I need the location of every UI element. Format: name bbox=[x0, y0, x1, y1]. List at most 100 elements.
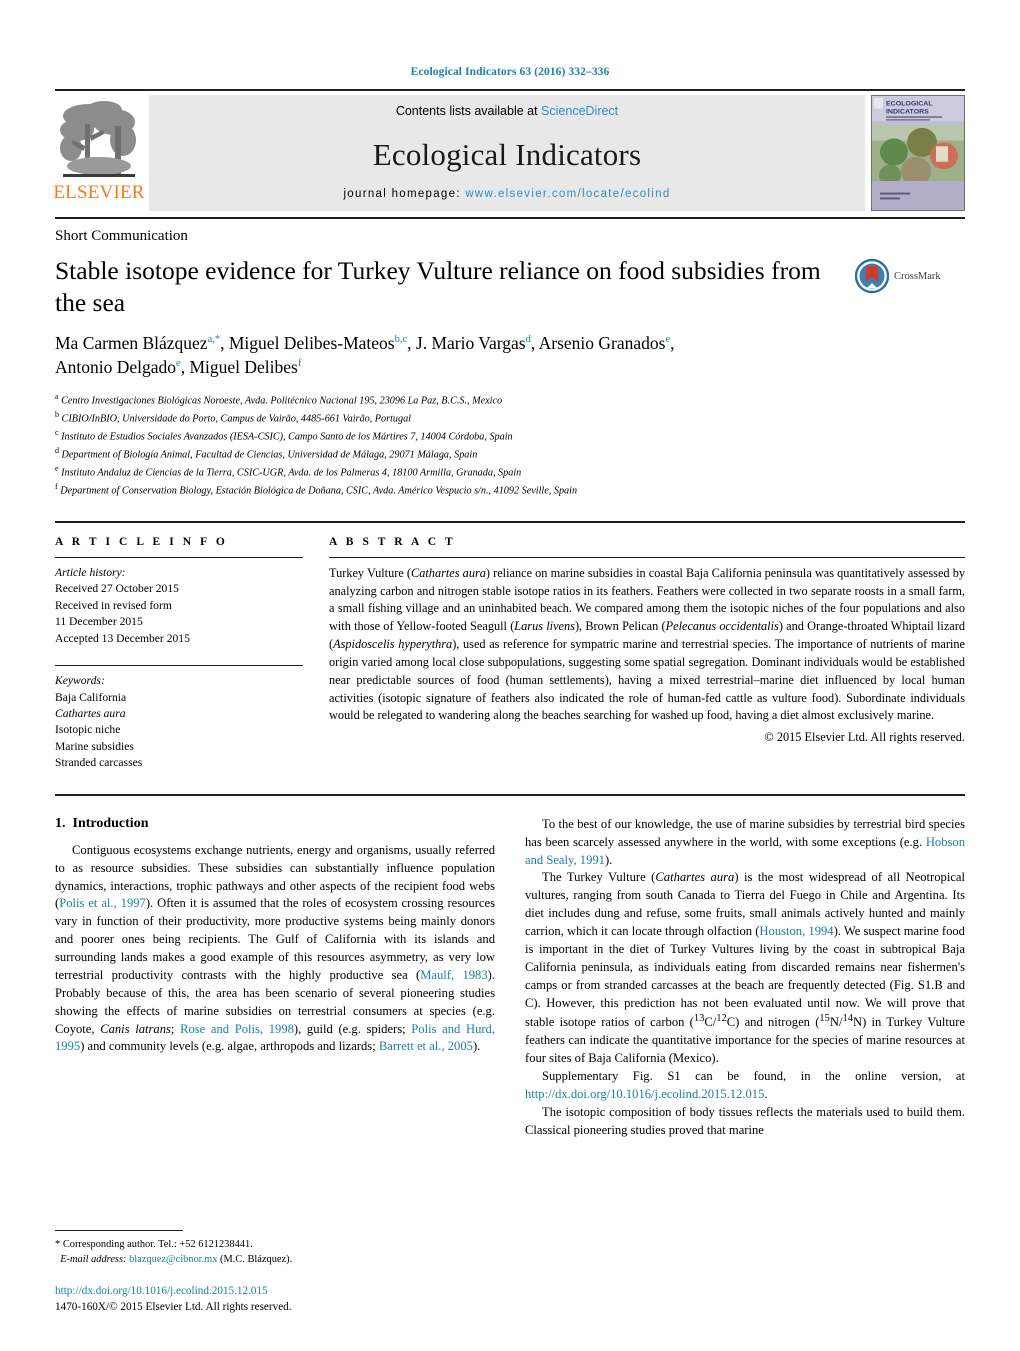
elsevier-tree-icon bbox=[59, 96, 139, 182]
author-1-affiliation-marker: a, bbox=[207, 334, 215, 346]
footnote-area: * Corresponding author. Tel.: +52 612123… bbox=[55, 1230, 495, 1316]
corresponding-author-footnote: * Corresponding author. Tel.: +52 612123… bbox=[55, 1237, 495, 1267]
email-suffix: (M.C. Blázquez). bbox=[220, 1254, 293, 1266]
author-sep-1: , Miguel Delibes-Mateos bbox=[220, 333, 395, 354]
abstract-text: Turkey Vulture (Cathartes aura) reliance… bbox=[329, 565, 966, 723]
abstract-column: A B S T R A C T Turkey Vulture (Catharte… bbox=[329, 536, 965, 772]
body-column-left: 1. Introduction Contiguous ecosystems exc… bbox=[55, 816, 495, 1316]
author-6-affiliation-marker: f bbox=[297, 358, 302, 370]
affiliation-marker: c bbox=[55, 428, 59, 438]
affiliation-item: e Instituto Andaluz de Ciencias de la Ti… bbox=[55, 463, 965, 481]
body-separator-rule bbox=[55, 793, 965, 796]
keyword-item: Isotopic niche bbox=[55, 723, 121, 737]
body-paragraph: To the best of our knowledge, the use of… bbox=[525, 816, 965, 867]
keyword-item: Stranded carcasses bbox=[55, 756, 143, 770]
page-title: Stable isotope evidence for Turkey Vultu… bbox=[55, 256, 821, 317]
crossmark-label: CrossMark bbox=[894, 270, 941, 282]
body-paragraph: The Turkey Vulture (Cathartes aura) is t… bbox=[525, 870, 966, 1066]
author-5: Antonio Delgado bbox=[55, 356, 177, 377]
article-page: Ecological Indicators 63 (2016) 332–336 bbox=[0, 0, 1020, 1351]
affiliation-item: c Instituto de Estudios Sociales Avanzad… bbox=[55, 427, 965, 445]
article-info-heading: A R T I C L E I N F O bbox=[55, 535, 228, 548]
contents-prefix: Contents lists available at bbox=[395, 104, 542, 118]
journal-title: Ecological Indicators bbox=[372, 137, 642, 172]
journal-homepage-line: journal homepage: www.elsevier.com/locat… bbox=[343, 188, 670, 200]
intro-paragraph: Contiguous ecosystems exchange nutrients… bbox=[55, 842, 495, 1054]
running-head: Ecological Indicators 63 (2016) 332–336 bbox=[410, 66, 610, 78]
keyword-item: Baja California bbox=[55, 690, 127, 704]
document-type: Short Communication bbox=[55, 228, 188, 244]
affiliation-marker: a bbox=[55, 392, 59, 402]
sciencedirect-link[interactable]: ScienceDirect bbox=[541, 104, 618, 118]
svg-text:ECOLOGICAL: ECOLOGICAL bbox=[886, 101, 933, 108]
journal-masthead: ELSEVIER Contents lists available at Sci… bbox=[53, 89, 965, 217]
article-head-rule bbox=[55, 217, 965, 219]
affiliation-text: CIBIO/InBIO, Universidade do Porto, Camp… bbox=[61, 413, 412, 425]
affiliation-text: Department of Conservation Biology, Esta… bbox=[60, 485, 578, 497]
affiliation-item: b CIBIO/InBIO, Universidade do Porto, Ca… bbox=[55, 409, 965, 427]
affiliation-marker: e bbox=[55, 464, 59, 474]
elsevier-logo: ELSEVIER bbox=[53, 91, 145, 217]
article-info-rule bbox=[55, 556, 303, 558]
affiliation-text: Instituto Andaluz de Ciencias de la Tier… bbox=[61, 467, 522, 479]
article-history-item: Accepted 13 December 2015 bbox=[55, 631, 190, 645]
author-sep-3: , Arsenio Granados bbox=[530, 333, 666, 354]
info-abstract-region: A R T I C L E I N F O Article history: R… bbox=[55, 520, 965, 772]
author-1: Ma Carmen Blázquez bbox=[55, 333, 208, 354]
keyword-item: Marine subsidies bbox=[55, 739, 134, 753]
keywords-label: Keywords: bbox=[55, 674, 105, 688]
affiliation-marker: b bbox=[55, 410, 59, 420]
affiliation-item: d Department of Biología Animal, Faculta… bbox=[55, 445, 965, 463]
affiliation-item: f Department of Conservation Biology, Es… bbox=[55, 481, 965, 499]
title-row: Stable isotope evidence for Turkey Vultu… bbox=[55, 255, 965, 318]
homepage-url-link[interactable]: www.elsevier.com/locate/ecolind bbox=[465, 188, 670, 200]
introduction-heading: 1. Introduction bbox=[55, 816, 495, 832]
affiliation-list: a Centro Investigaciones Biológicas Noro… bbox=[55, 391, 965, 498]
article-history-item: Received 27 October 2015 bbox=[55, 582, 179, 596]
body-paragraph: Supplementary Fig. S1 can be found, in t… bbox=[525, 1069, 965, 1102]
section-title: Introduction bbox=[72, 815, 149, 831]
email-label: E-mail address: bbox=[60, 1254, 127, 1266]
journal-cover-thumbnail: ECOLOGICAL INDICATORS bbox=[871, 95, 965, 211]
imprint-block: http://dx.doi.org/10.1016/j.ecolind.2015… bbox=[55, 1284, 495, 1315]
email-link[interactable]: blazquez@cibnor.mx bbox=[129, 1254, 217, 1265]
article-history-item: 11 December 2015 bbox=[55, 615, 143, 629]
cover-artwork: ECOLOGICAL INDICATORS bbox=[872, 96, 964, 210]
affiliation-marker: d bbox=[55, 446, 59, 456]
issn-copyright-line: 1470-160X/© 2015 Elsevier Ltd. All right… bbox=[55, 1301, 292, 1314]
affiliation-text: Department of Biología Animal, Facultad … bbox=[61, 449, 478, 461]
contents-available-line: Contents lists available at ScienceDirec… bbox=[396, 104, 618, 118]
body-columns: 1. Introduction Contiguous ecosystems exc… bbox=[55, 816, 965, 1316]
affiliation-text: Instituto de Estudios Sociales Avanzados… bbox=[61, 431, 513, 443]
article-history-block: Article history: Received 27 October 201… bbox=[55, 565, 303, 647]
body-column-right: To the best of our knowledge, the use of… bbox=[525, 816, 965, 1316]
affiliation-text: Centro Investigaciones Biológicas Noroes… bbox=[61, 395, 503, 407]
keywords-block: Keywords: Baja California Cathartes aura… bbox=[55, 673, 303, 772]
article-info-column: A R T I C L E I N F O Article history: R… bbox=[55, 536, 303, 772]
author-sep-2: , J. Mario Vargas bbox=[407, 333, 526, 354]
section-number: 1. bbox=[55, 815, 66, 831]
svg-text:INDICATORS: INDICATORS bbox=[886, 108, 929, 115]
abstract-copyright: © 2015 Elsevier Ltd. All rights reserved… bbox=[764, 730, 965, 745]
doi-link[interactable]: http://dx.doi.org/10.1016/j.ecolind.2015… bbox=[55, 1284, 495, 1300]
homepage-prefix: journal homepage: bbox=[343, 188, 466, 200]
elsevier-wordmark: ELSEVIER bbox=[53, 182, 145, 203]
body-paragraph: The isotopic composition of body tissues… bbox=[525, 1104, 965, 1137]
masthead-center: Contents lists available at ScienceDirec… bbox=[149, 95, 865, 211]
footnote-marker: * bbox=[55, 1239, 61, 1251]
article-history-item: Received in revised form bbox=[55, 598, 172, 612]
article-history-label: Article history: bbox=[55, 565, 126, 579]
abstract-heading: A B S T R A C T bbox=[329, 535, 456, 548]
affiliation-marker: f bbox=[55, 481, 58, 491]
crossmark-icon bbox=[855, 259, 889, 293]
author-sep-4: , bbox=[670, 333, 675, 354]
abstract-rule bbox=[329, 556, 965, 558]
keyword-item: Cathartes aura bbox=[55, 706, 126, 720]
author-sep-5: , Miguel Delibes bbox=[180, 356, 298, 377]
footnote-rule bbox=[55, 1230, 183, 1232]
affiliation-item: a Centro Investigaciones Biológicas Noro… bbox=[55, 391, 965, 409]
keywords-rule bbox=[55, 665, 303, 667]
author-list: Ma Carmen Blázqueza,*, Miguel Delibes-Ma… bbox=[55, 332, 965, 379]
author-2-affiliation-marker: b,c bbox=[394, 334, 408, 346]
crossmark-badge[interactable]: CrossMark bbox=[855, 255, 965, 293]
